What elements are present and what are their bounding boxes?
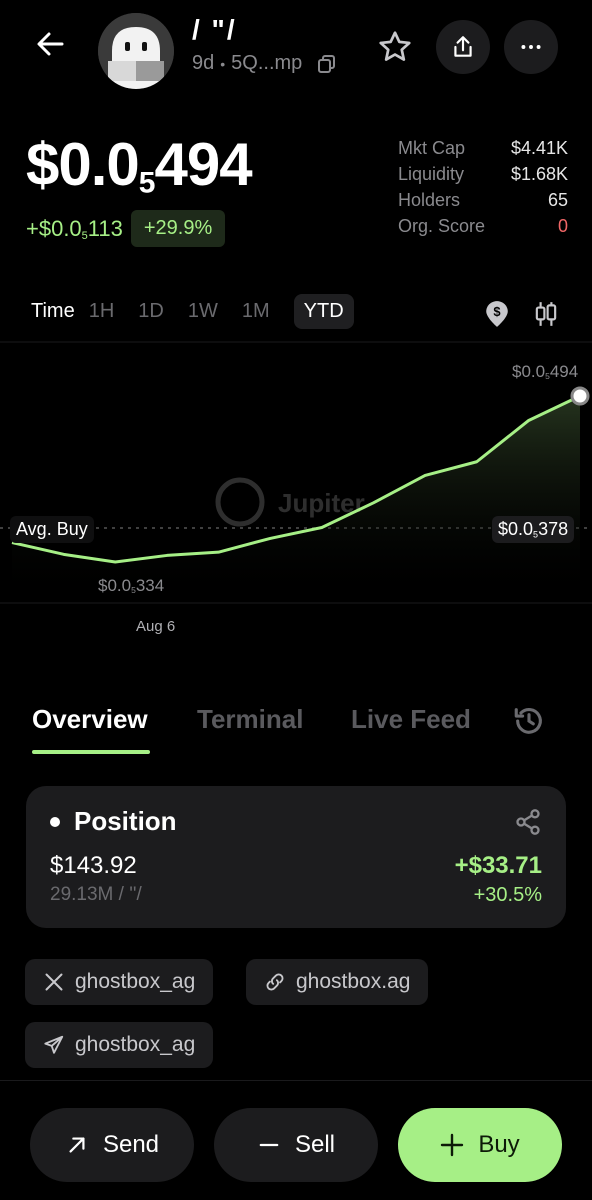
send-label: Send [102,1131,160,1158]
star-icon [379,31,411,61]
chart-high-label: $0.05494 [512,362,579,382]
separator-dot: • [220,55,226,72]
bottom-divider [0,1080,592,1081]
telegram-link[interactable]: ghostbox_ag [25,1022,214,1068]
twitter-link-label: ghostbox_ag [75,970,196,993]
share-icon [454,36,472,57]
arrow-up-right-icon [65,1133,89,1157]
website-link[interactable]: ghostbox.ag [246,959,429,1005]
tab-1h[interactable]: 1H [89,300,115,323]
tab-1w[interactable]: 1W [188,300,218,323]
position-title-text: Position [74,806,177,836]
position-pnl-pct: +30.5% [473,884,542,906]
buy-button[interactable]: Buy [398,1108,562,1182]
stat-row-mkt-cap: Mkt Cap $4.41K [398,138,568,158]
history-icon[interactable] [512,704,546,738]
avg-buy-label: Avg. Buy [10,516,94,543]
tab-overview[interactable]: Overview [32,704,148,735]
token-age: 9d [192,52,215,74]
plus-icon [440,1133,464,1157]
sell-button[interactable]: Sell [214,1108,378,1182]
more-button[interactable] [504,20,558,74]
position-pnl: +$33.71 [454,852,542,879]
price-chart[interactable]: Jupiter $0.05494 $0.05334 Aug 6 [0,340,592,640]
stat-row-org-score: Org. Score 0 [398,216,568,236]
x-logo-icon [43,971,65,993]
tab-terminal[interactable]: Terminal [197,704,303,735]
telegram-icon [43,1034,65,1056]
candlestick-icon[interactable] [532,300,560,328]
website-link-label: ghostbox.ag [296,970,411,993]
copy-icon[interactable] [316,53,338,75]
price-zero-count: 5 [138,166,156,200]
back-button[interactable] [28,22,72,66]
dollar-badge-icon[interactable]: $ [483,300,511,328]
position-value: $143.92 [50,852,137,879]
current-price-dot [570,386,590,406]
token-stats: Mkt Cap $4.41K Liquidity $1.68K Holders 65 … [398,138,568,242]
share-button[interactable] [436,20,490,74]
minus-icon [257,1133,281,1157]
stat-row-liquidity: Liquidity $1.68K [398,164,568,184]
buy-label: Buy [478,1131,520,1158]
price-chart-svg: Jupiter [0,341,592,604]
telegram-link-label: ghostbox_ag [75,1033,196,1056]
time-range-tabs: Time 1H 1D 1W 1M YTD [22,294,354,329]
twitter-link[interactable]: ghostbox_ag [25,959,214,1005]
position-share-icon[interactable] [514,808,542,836]
price-change: +$0.05113 +29.9% [26,210,226,247]
arrow-left-icon [37,32,64,56]
send-button[interactable]: Send [30,1108,194,1182]
favorite-button[interactable] [368,20,422,74]
link-icon [264,971,286,993]
position-amount: 29.13M / ''/ [50,884,142,905]
active-tab-indicator [32,750,150,754]
token-meta: 9d • 5Q...mp [192,52,338,75]
tab-1m[interactable]: 1M [242,300,270,323]
tab-ytd[interactable]: YTD [293,294,354,329]
price-change-pct-badge: +29.9% [130,210,226,247]
tab-1d[interactable]: 1D [138,300,164,323]
chart-low-label: $0.05334 [98,576,165,596]
more-dots-icon [521,45,541,49]
tab-live-feed[interactable]: Live Feed [351,704,475,735]
time-label: Time [31,300,75,322]
avg-buy-value: $0.05378 [492,516,575,543]
stat-row-holders: Holders 65 [398,190,568,210]
svg-text:$: $ [493,304,500,319]
price-digits: 494 [154,131,252,198]
chart-x-label: Aug 6 [136,618,176,635]
price-change-abs: +$0.05113 [26,215,123,242]
sell-label: Sell [294,1131,336,1158]
price-prefix: $0.0 [26,131,140,198]
ghost-logo-icon [98,13,174,89]
token-header: / "/ 9d • 5Q...mp [0,0,592,100]
current-price: $0.05494 [26,130,253,201]
token-avatar [98,13,174,89]
bullet-dot [50,816,60,827]
token-name: / "/ [192,14,237,45]
token-address[interactable]: 5Q...mp [231,52,302,75]
position-title: Position [50,806,177,837]
